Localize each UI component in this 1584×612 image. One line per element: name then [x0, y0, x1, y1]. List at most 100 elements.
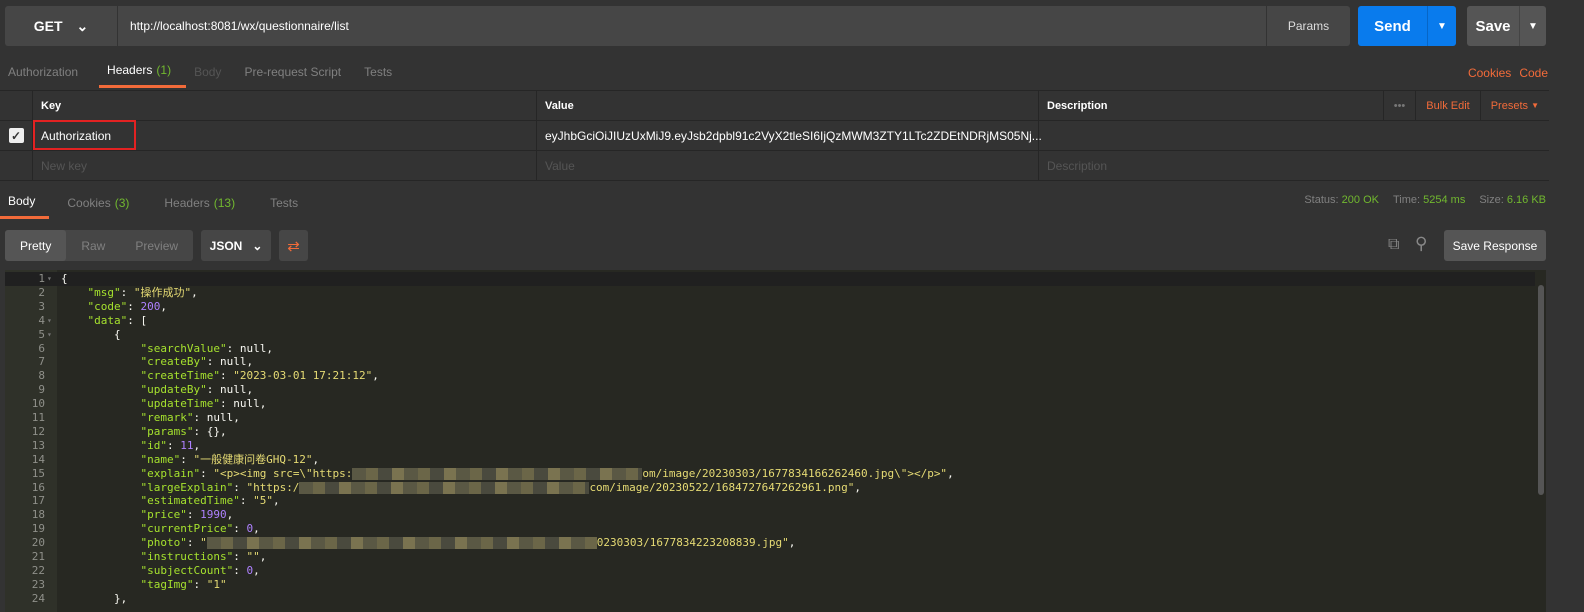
new-value-input[interactable]: Value [537, 151, 1039, 180]
header-description-input[interactable] [1039, 121, 1549, 150]
presets-button[interactable]: Presets ▼ [1479, 91, 1549, 120]
json-token: "2023-03-01 17:21:12" [233, 369, 373, 383]
fold-icon[interactable]: ▾ [47, 328, 52, 342]
checkbox[interactable]: ✓ [8, 128, 24, 143]
wrap-lines-icon[interactable]: ⇄ [279, 230, 309, 261]
params-button[interactable]: Params [1266, 6, 1350, 46]
tab-tests[interactable]: Tests [356, 55, 407, 88]
more-icon[interactable]: ••• [1382, 91, 1416, 120]
code-line: 5 ▾ { [5, 328, 1535, 342]
tab-response-tests[interactable]: Tests [262, 186, 313, 219]
copy-icon[interactable]: ⧉ [1388, 236, 1399, 254]
new-key-input[interactable]: New key [33, 151, 537, 180]
column-description: Description [1047, 99, 1108, 112]
raw-button[interactable]: Raw [66, 230, 120, 261]
json-token: : null, [193, 411, 240, 424]
json-token: , [788, 536, 796, 550]
code-link[interactable]: Code [1519, 66, 1548, 80]
line-number: 11 [31, 411, 45, 424]
json-token: "data" [87, 313, 128, 327]
line-number: 13 [31, 438, 45, 452]
search-icon[interactable]: ⚲ [1415, 234, 1427, 254]
header-value-input[interactable]: eyJhbGciOiJIUzUxMiJ9.eyJsb2dpbl91c2VyX2t… [537, 121, 1042, 150]
json-token: , [947, 466, 954, 480]
highlight-box [33, 120, 136, 150]
cookies-link[interactable]: Cookies [1468, 66, 1511, 80]
line-number: 12 [31, 424, 45, 438]
tab-response-cookies[interactable]: Cookies (3) [59, 186, 144, 219]
chevron-down-icon: ⌄ [252, 238, 263, 253]
tab-body[interactable]: Body [186, 55, 236, 88]
json-token: "estimatedTime" [140, 494, 240, 508]
status-value: 200 OK [1341, 194, 1379, 206]
json-token: "searchValue" [140, 341, 227, 355]
json-token: 0230303/1677834223208839.jpg" [596, 536, 789, 550]
code-line: 10 "updateTime": null, [5, 397, 1535, 411]
save-button[interactable]: Save ▼ [1467, 6, 1546, 46]
json-token: , [191, 285, 198, 299]
json-token: : [239, 494, 254, 508]
line-number: 19 [31, 522, 45, 536]
line-number: 20 [31, 536, 45, 550]
code-line: 11 "remark": null, [5, 411, 1535, 425]
line-number: 21 [31, 550, 45, 563]
code-line: 23 "tagImg": "1" [5, 578, 1535, 592]
method-select[interactable]: GET ⌄ [5, 6, 118, 46]
json-token: { [113, 327, 121, 341]
pretty-button[interactable]: Pretty [5, 230, 67, 261]
code-line: 20 "photo": " 0230303/1677834223208839.jp… [5, 536, 1535, 550]
json-token: om/image/20230303/1677834166262460.jpg\"… [642, 466, 948, 480]
view-mode-group: Pretty Raw Preview [5, 230, 194, 261]
code-line: 22 "subjectCount": 0, [5, 564, 1535, 578]
table-row: ✓ Authorization eyJhbGciOiJIUzUxMiJ9.eyJ… [0, 121, 1549, 151]
json-token: : [127, 299, 141, 313]
bulk-edit-button[interactable]: Bulk Edit [1415, 91, 1479, 120]
tab-authorization[interactable]: Authorization [0, 55, 93, 88]
url-input[interactable]: http://localhost:8081/wx/questionnaire/l… [118, 6, 1266, 46]
response-tabs: Body Cookies (3) Headers (13) Tests [0, 186, 313, 219]
send-button[interactable]: Send ▼ [1358, 6, 1456, 46]
json-token: "remark" [140, 411, 194, 424]
json-token: : [166, 438, 181, 452]
fold-icon[interactable]: ▾ [47, 272, 52, 286]
json-token: "操作成功" [133, 285, 192, 299]
json-token: "photo" [140, 536, 187, 550]
format-label: JSON [209, 238, 243, 253]
chevron-down-icon[interactable]: ▼ [1520, 6, 1546, 46]
new-description-input[interactable]: Description [1039, 151, 1549, 180]
json-token: : [233, 563, 247, 577]
tab-response-headers[interactable]: Headers (13) [156, 186, 250, 219]
time-value: 5254 ms [1423, 194, 1466, 206]
preview-button[interactable]: Preview [120, 230, 193, 261]
count-badge: (3) [114, 195, 130, 210]
chevron-down-icon[interactable]: ▼ [1428, 6, 1456, 46]
tab-headers[interactable]: Headers (1) [99, 55, 187, 88]
chevron-down-icon: ⌄ [76, 17, 89, 34]
response-body-editor[interactable]: 1 ▾{2 "msg": "操作成功", 3 "code": 200, 4 ▾ "dat… [5, 270, 1546, 612]
line-number: 17 [31, 494, 45, 508]
json-token: : [ [127, 313, 148, 327]
code-line: 18 "price": 1990, [5, 508, 1535, 522]
json-token: : [200, 466, 214, 480]
format-select[interactable]: JSON ⌄ [201, 230, 272, 261]
code-line: 13 "id": 11, [5, 439, 1535, 453]
json-token: 1990 [200, 508, 227, 522]
json-token: "https:/ [246, 480, 300, 494]
code-line: 7 "createBy": null, [5, 355, 1535, 369]
tab-pre-request-script[interactable]: Pre-request Script [236, 55, 356, 88]
json-token: "name" [140, 452, 181, 466]
column-value: Value [537, 91, 1039, 120]
save-response-button[interactable]: Save Response [1444, 230, 1546, 261]
redacted-block [352, 467, 643, 480]
table-header: Key Value Description ••• Bulk Edit Pres… [0, 91, 1549, 121]
fold-icon[interactable]: ▾ [47, 314, 52, 328]
code-line: 15 "explain": "<p><img src=\"https: om/im… [5, 467, 1535, 481]
json-token: , [372, 369, 379, 383]
tab-response-body[interactable]: Body [0, 186, 50, 219]
json-token: , [226, 508, 234, 522]
json-token: : [186, 536, 201, 550]
scrollbar[interactable] [1538, 285, 1544, 495]
column-key: Key [33, 91, 537, 120]
json-token: "price" [140, 508, 187, 522]
request-bar: GET ⌄ http://localhost:8081/wx/questionna… [5, 6, 1350, 46]
